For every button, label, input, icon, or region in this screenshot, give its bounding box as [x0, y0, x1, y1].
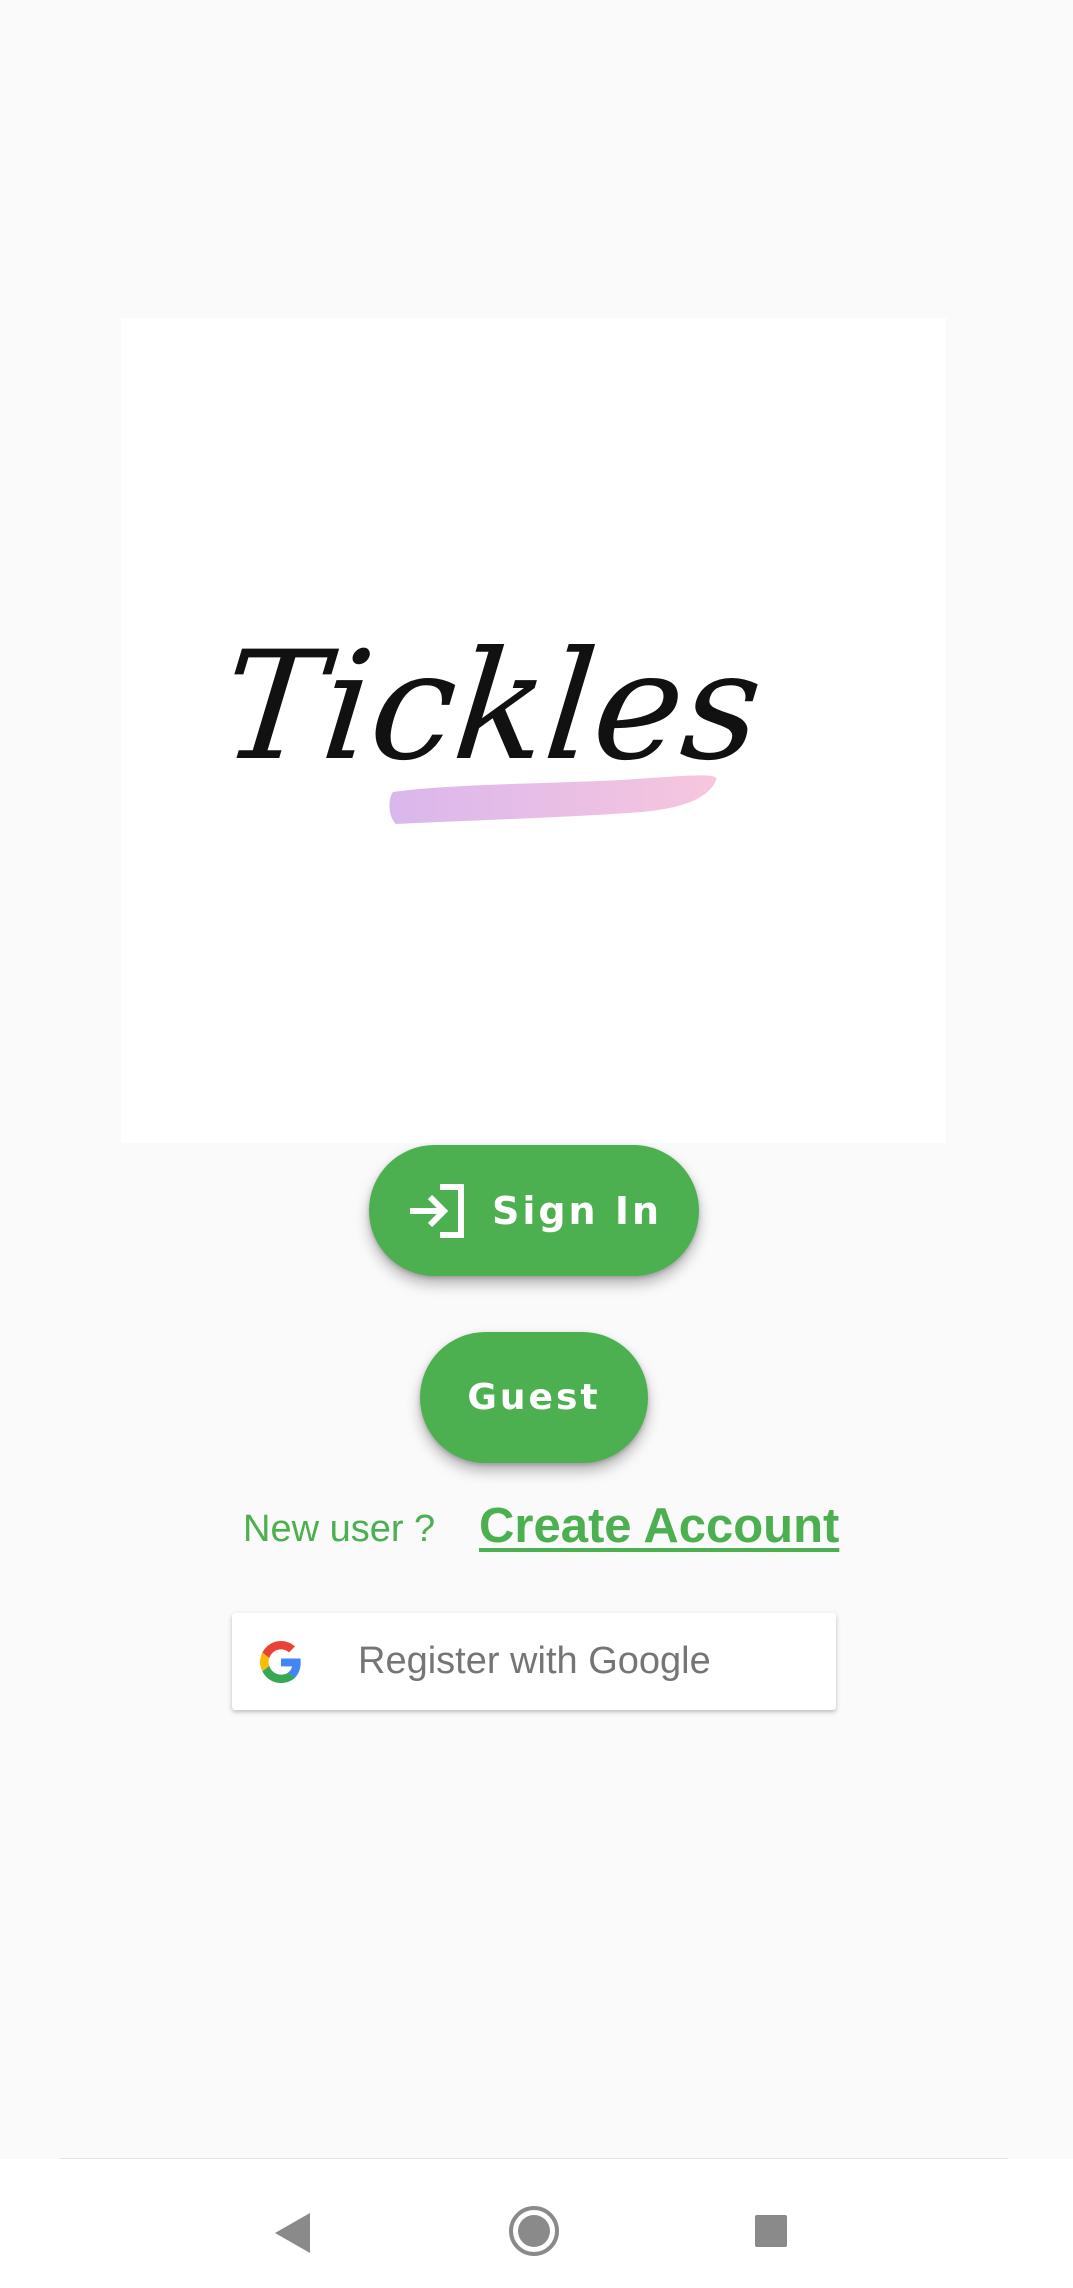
guest-label: Guest — [467, 1377, 601, 1418]
home-circle-icon[interactable] — [508, 2205, 560, 2257]
register-with-google-label: Register with Google — [358, 1640, 711, 1682]
back-triangle-icon[interactable] — [272, 2211, 312, 2255]
create-account-link[interactable]: Create Account — [479, 1498, 839, 1554]
system-navigation-bar — [0, 2159, 1073, 2288]
recents-square-icon[interactable] — [754, 2214, 788, 2248]
sign-in-button[interactable]: Sign In — [369, 1145, 699, 1276]
google-g-icon — [260, 1641, 301, 1683]
sign-in-label: Sign In — [491, 1188, 663, 1233]
guest-button[interactable]: Guest — [420, 1332, 648, 1463]
app-logo: Tickles — [215, 619, 770, 824]
app-logo-card: Tickles — [121, 318, 946, 1143]
register-with-google-button[interactable]: Register with Google — [232, 1613, 836, 1710]
logo-text: Tickles — [215, 619, 770, 794]
login-icon — [409, 1183, 464, 1238]
new-user-label: New user ? — [243, 1508, 436, 1550]
